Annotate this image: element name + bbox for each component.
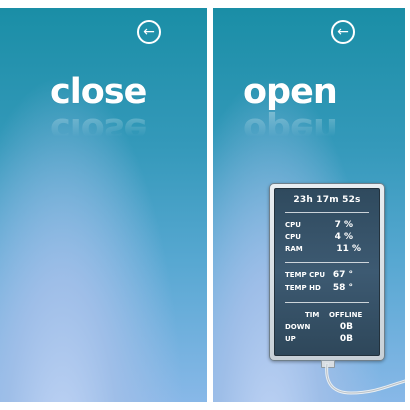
arrow-left-circle-icon: ← — [143, 24, 155, 40]
network-row: UP 0B — [285, 334, 365, 345]
temp-label: TEMP HD — [285, 284, 321, 292]
gadget-screen: 23h 17m 52s CPU 7 % CPU 4 % RAM 11 % TEM… — [274, 188, 380, 356]
open-title-reflection: open — [243, 110, 337, 150]
network-value: 0B — [339, 322, 353, 332]
stat-row: CPU 4 % — [285, 232, 365, 243]
stat-label: RAM — [285, 245, 303, 253]
divider — [285, 212, 369, 213]
network-value: 0B — [339, 334, 353, 344]
divider — [285, 302, 369, 303]
stat-row: RAM 11 % — [285, 244, 365, 255]
temp-label: TEMP CPU — [285, 271, 326, 279]
stat-row: CPU 7 % — [285, 220, 365, 231]
close-state-panel: ← close close — [0, 8, 207, 402]
stat-value: 7 % — [334, 220, 353, 230]
stat-value: 11 % — [336, 244, 361, 254]
temp-row: TEMP CPU 67 ° — [285, 270, 365, 281]
temp-row: TEMP HD 58 ° — [285, 283, 365, 294]
stat-label: CPU — [285, 221, 301, 229]
stat-value: 4 % — [334, 232, 353, 242]
temp-value: 58 ° — [332, 283, 353, 293]
temp-value: 67 ° — [332, 270, 353, 280]
stat-label: CPU — [285, 233, 301, 241]
back-button[interactable]: ← — [137, 20, 161, 44]
network-name: TIM — [305, 311, 320, 319]
open-state-panel: ← open open 23h 17m 52s CPU 7 % CPU 4 % … — [213, 8, 405, 402]
divider — [285, 262, 369, 263]
network-row: DOWN 0B — [285, 322, 365, 333]
close-title-reflection: close — [50, 110, 147, 150]
network-label: DOWN — [285, 323, 311, 331]
usb-cable — [325, 363, 405, 395]
system-monitor-gadget[interactable]: 23h 17m 52s CPU 7 % CPU 4 % RAM 11 % TEM… — [269, 183, 385, 361]
back-button[interactable]: ← — [331, 20, 355, 44]
arrow-left-circle-icon: ← — [337, 24, 349, 40]
uptime-label: 23h 17m 52s — [293, 195, 361, 205]
network-status: OFFLINE — [329, 311, 363, 319]
network-label: UP — [285, 335, 296, 343]
